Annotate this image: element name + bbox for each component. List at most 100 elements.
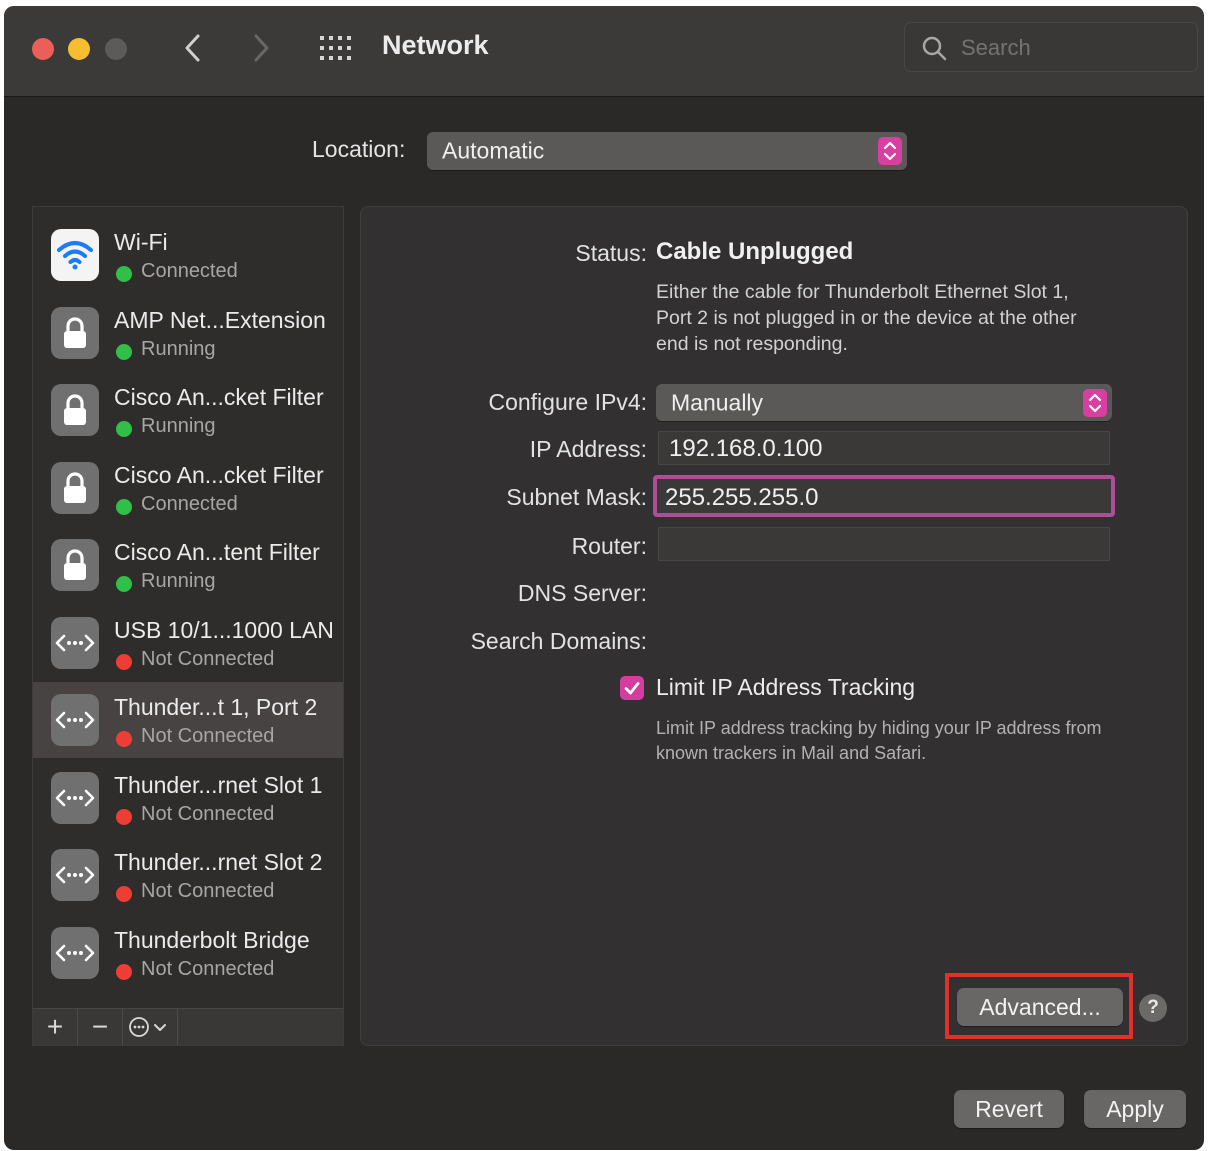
ip-address-input[interactable] [667, 432, 1101, 466]
service-status: Not Connected [141, 957, 275, 980]
router-label: Router: [571, 533, 647, 559]
subnet-mask-label: Subnet Mask: [506, 484, 647, 510]
ethernet-icon [51, 616, 99, 669]
service-name: USB 10/1...1000 LAN [114, 616, 334, 643]
location-value: Automatic [442, 137, 545, 164]
subnet-mask-input[interactable] [663, 481, 1097, 515]
network-preferences-window: Network Location: Automatic Wi-Fi Connect… [4, 6, 1204, 1150]
service-status: Not Connected [141, 647, 275, 670]
status-description: Either the cable for Thunderbolt Etherne… [656, 281, 1077, 355]
status-dot-icon [116, 576, 132, 592]
zoom-window-button[interactable] [105, 38, 127, 60]
service-item[interactable]: USB 10/1...1000 LAN Not Connected [33, 605, 343, 681]
show-all-grid-icon [320, 36, 351, 60]
status-dot-icon [116, 886, 132, 902]
service-item[interactable]: Thunder...rnet Slot 2 Not Connected [33, 837, 343, 913]
configure-ipv4-popup[interactable]: Manually [656, 384, 1112, 421]
subnet-mask-field[interactable] [653, 475, 1115, 517]
status-dot-icon [116, 421, 132, 437]
dns-server-label: DNS Server: [517, 580, 647, 606]
chevron-right-icon [254, 34, 269, 62]
service-name: Wi-Fi [114, 229, 168, 255]
service-item[interactable]: Cisco An...cket Filter Connected [33, 450, 343, 526]
ethernet-icon [51, 694, 99, 746]
revert-button[interactable]: Revert [954, 1090, 1064, 1128]
checkmark-icon [624, 682, 640, 695]
popup-arrows-icon [878, 137, 902, 165]
apply-button[interactable]: Apply [1084, 1090, 1186, 1128]
router-field[interactable] [658, 527, 1110, 562]
location-label: Location: [312, 136, 406, 162]
service-item[interactable]: Thunder...rnet Slot 1 Not Connected [33, 760, 343, 836]
remove-service-button[interactable]: − [78, 1009, 123, 1045]
service-status: Not Connected [141, 725, 275, 747]
ip-address-field[interactable] [658, 431, 1110, 466]
service-item[interactable]: Cisco An...cket Filter Running [33, 372, 343, 448]
ethernet-icon [51, 849, 99, 901]
service-name: Thunder...rnet Slot 1 [114, 771, 323, 798]
ethernet-icon [51, 926, 99, 979]
service-status: Connected [141, 260, 238, 282]
help-button[interactable]: ? [1139, 994, 1167, 1022]
back-button[interactable] [176, 28, 210, 68]
popup-arrows-icon [1083, 388, 1107, 417]
configure-ipv4-value: Manually [671, 389, 764, 415]
window-title: Network [382, 30, 489, 60]
ethernet-icon [51, 771, 99, 824]
advanced-highlight-box [945, 973, 1133, 1039]
service-list: Wi-Fi Connected AMP Net...Extension Running… [32, 206, 344, 1046]
location-popup[interactable]: Automatic [427, 132, 907, 170]
search-icon [922, 36, 947, 61]
limit-ip-tracking-checkbox[interactable] [620, 676, 644, 700]
status-label: Status: [575, 240, 647, 266]
lock-icon [51, 384, 99, 436]
service-name: AMP Net...Extension [114, 306, 326, 333]
status-dot-icon [116, 808, 132, 825]
limit-ip-tracking-description: Limit IP address tracking by hiding your… [656, 718, 1102, 763]
lock-icon [51, 539, 99, 591]
status-dot-icon [116, 266, 132, 282]
limit-ip-tracking-label: Limit IP Address Tracking [656, 674, 916, 700]
router-input[interactable] [667, 528, 1101, 562]
status-value: Cable Unplugged [656, 238, 854, 265]
lock-icon [51, 306, 99, 359]
service-details-panel: Status: Cable Unplugged Either the cable… [360, 206, 1188, 1046]
action-ellipsis-icon [129, 1017, 166, 1037]
service-item[interactable]: Thunderbolt Bridge Not Connected [33, 915, 343, 991]
status-dot-icon [116, 653, 132, 670]
forward-button[interactable] [244, 28, 278, 68]
service-name: Thunderbolt Bridge [114, 926, 310, 953]
lock-icon [51, 461, 99, 514]
status-dot-icon [116, 731, 132, 747]
search-field[interactable] [904, 22, 1198, 72]
minimize-window-button[interactable] [68, 38, 90, 60]
status-dot-icon [116, 498, 132, 515]
service-status: Not Connected [141, 880, 275, 902]
show-all-button[interactable] [318, 34, 356, 64]
status-dot-icon [116, 343, 132, 360]
service-item[interactable]: Wi-Fi Connected [33, 217, 343, 293]
search-domains-label: Search Domains: [470, 628, 647, 654]
service-item[interactable]: AMP Net...Extension Running [33, 295, 343, 371]
search-input[interactable] [959, 31, 1183, 65]
service-name: Cisco An...cket Filter [114, 384, 324, 410]
title-bar: Network [4, 6, 1204, 97]
configure-ipv4-label: Configure IPv4: [488, 389, 647, 415]
service-name: Cisco An...tent Filter [114, 539, 320, 565]
service-name: Cisco An...cket Filter [114, 461, 324, 488]
service-status: Not Connected [141, 802, 275, 825]
action-menu-button[interactable] [123, 1009, 178, 1045]
close-window-button[interactable] [32, 38, 54, 60]
status-dot-icon [116, 963, 132, 980]
wifi-icon [51, 229, 99, 281]
service-name: Thunder...rnet Slot 2 [114, 849, 323, 875]
service-status: Running [141, 415, 216, 437]
add-service-button[interactable]: + [33, 1009, 78, 1045]
service-item[interactable]: Thunder...t 1, Port 2 Not Connected [33, 682, 343, 758]
chevron-left-icon [185, 34, 200, 62]
service-item[interactable]: Cisco An...tent Filter Running [33, 527, 343, 603]
service-name: Thunder...t 1, Port 2 [114, 694, 318, 720]
service-status: Connected [141, 492, 238, 515]
service-list-toolbar: + − [33, 1008, 343, 1045]
service-status: Running [141, 570, 216, 592]
